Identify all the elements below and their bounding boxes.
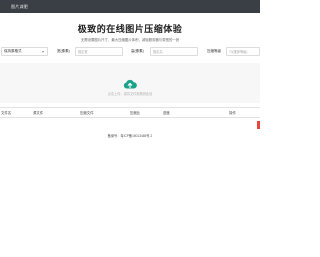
- compression-settings: 保持原格式 宽(像素) 固定宽 高(像素) 固定高 压缩等级 70(推荐等级): [0, 47, 260, 56]
- page-title: 极致的在线图片压缩体验: [77, 24, 183, 34]
- column-header-source: 源文件: [33, 111, 44, 115]
- height-input[interactable]: 固定高: [150, 47, 198, 56]
- quality-label: 压缩等级: [207, 49, 221, 53]
- format-select[interactable]: 保持原格式: [1, 47, 48, 56]
- side-feedback-tab[interactable]: [257, 121, 260, 129]
- column-header-filename: 文件名: [1, 111, 12, 115]
- top-nav-bar: 图片减肥: [0, 0, 260, 13]
- column-header-ratio: 压缩比: [130, 111, 141, 115]
- height-input-placeholder: 固定高: [153, 50, 163, 54]
- brand-logo-text[interactable]: 图片减肥: [11, 4, 28, 10]
- chevron-down-icon: [42, 50, 44, 53]
- width-input-placeholder: 固定宽: [78, 50, 88, 54]
- column-header-compressed: 压缩文件: [80, 111, 94, 115]
- footer-icp-record[interactable]: 备案号：粤ICP备15013465号-2: [0, 133, 260, 138]
- column-header-actions: 操作: [229, 111, 236, 115]
- height-label: 高(像素): [131, 49, 144, 53]
- cloud-upload-icon[interactable]: [123, 79, 137, 89]
- quality-input[interactable]: 70(推荐等级): [226, 47, 260, 56]
- upload-hint: 点击上传，或将文件拖拽到此处: [107, 92, 153, 96]
- format-select-value: 保持原格式: [4, 49, 22, 53]
- quality-input-placeholder: 70(推荐等级): [229, 50, 248, 54]
- width-label: 宽(像素): [57, 49, 70, 53]
- column-header-progress: 进度: [163, 111, 170, 115]
- page-subtitle: 无需设置图片尺寸，最大压缩图片体积，减轻服务器与带宽的一张: [80, 38, 180, 42]
- file-table-header: 文件名 源文件 压缩文件 压缩比 进度 操作: [0, 107, 260, 118]
- width-input[interactable]: 固定宽: [75, 47, 123, 56]
